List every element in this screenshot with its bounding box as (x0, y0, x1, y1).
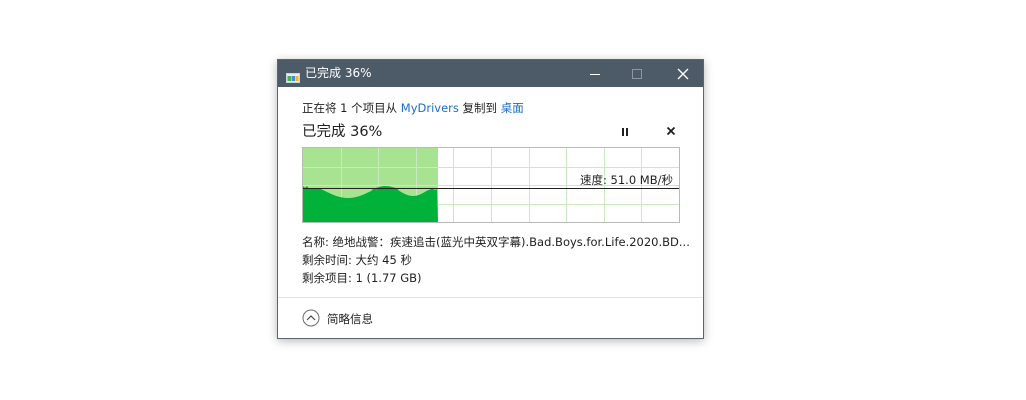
maximize-icon (632, 69, 642, 79)
fewer-details-label: 简略信息 (327, 312, 373, 326)
copy-dialog: 已完成 36% 正在将 1 个项目从 MyDrivers 复制到 桌面 已完成 … (277, 59, 704, 339)
pause-icon (622, 128, 628, 136)
copy-middle: 复制到 (458, 101, 501, 115)
chevron-up-circle-icon (302, 309, 320, 327)
footer-divider (278, 297, 703, 298)
copy-prefix: 正在将 1 个项目从 (302, 101, 401, 115)
title-bar[interactable]: 已完成 36% (278, 60, 703, 87)
minimize-button[interactable] (574, 60, 616, 87)
time-remaining: 剩余时间: 大约 45 秒 (302, 253, 412, 267)
source-link[interactable]: MyDrivers (401, 101, 459, 115)
close-button[interactable] (662, 60, 704, 87)
pause-button[interactable] (618, 124, 632, 138)
speed-graph: 速度: 51.0 MB/秒 (302, 147, 680, 223)
cancel-button[interactable] (664, 123, 678, 137)
maximize-button[interactable] (616, 60, 658, 87)
file-name: 名称: 绝地战警：疾速追击(蓝光中英双字幕).Bad.Boys.for.Life… (302, 235, 690, 249)
cancel-icon (666, 126, 676, 136)
items-remaining: 剩余项目: 1 (1.77 GB) (302, 271, 422, 285)
copy-status-line: 正在将 1 个项目从 MyDrivers 复制到 桌面 (302, 100, 524, 116)
progress-title: 已完成 36% (302, 124, 383, 140)
file-copy-icon (286, 68, 300, 83)
destination-link[interactable]: 桌面 (501, 101, 524, 115)
window-title: 已完成 36% (305, 66, 372, 80)
speed-label: 速度: 51.0 MB/秒 (580, 173, 673, 187)
close-icon (677, 68, 689, 80)
minimize-icon (590, 74, 600, 75)
